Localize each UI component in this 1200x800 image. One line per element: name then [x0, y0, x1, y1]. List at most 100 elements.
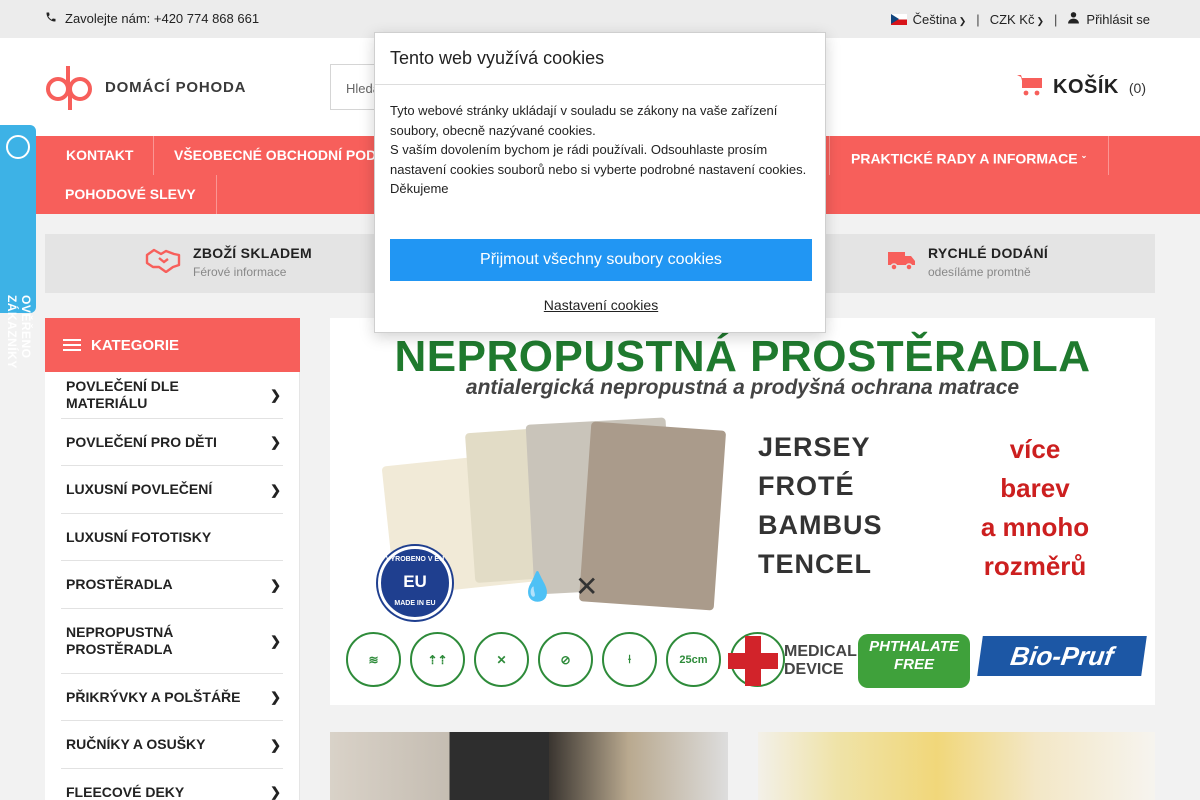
chevron-down-icon: ❯ — [1036, 15, 1045, 26]
logo[interactable]: DOMÁCÍ POHODA — [45, 64, 246, 110]
category-item[interactable]: PŘIKRÝVKY A POLŠTÁŘE ❯ — [61, 674, 283, 721]
benefit-item: RYCHLÉ DODÁNÍ odesíláme promtně — [888, 245, 1048, 279]
chevron-right-icon: ❯ — [270, 577, 281, 592]
currency-label: CZK Kč — [989, 11, 1035, 27]
category-item[interactable]: POVLEČENÍ DLE MATERIÁLU ❯ — [61, 372, 283, 419]
czech-flag-icon — [890, 13, 907, 25]
category-item[interactable]: POVLEČENÍ PRO DĚTI ❯ — [61, 419, 283, 466]
cart-label: KOŠÍK — [1053, 76, 1119, 98]
medical-line: DEVICE — [784, 661, 844, 678]
phone-text: Zavolejte nám: +420 774 868 661 — [65, 11, 260, 26]
promo-line: a mnoho — [980, 512, 1090, 542]
phone-contact[interactable]: Zavolejte nám: +420 774 868 661 — [45, 11, 259, 26]
verified-badge[interactable]: OVĚŘENO ZÁKAZNÍKY — [0, 125, 36, 369]
delivery-truck-icon — [888, 249, 916, 276]
category-label: POVLEČENÍ PRO DĚTI — [66, 433, 217, 450]
benefit-title: ZBOŽÍ SKLADEM — [193, 245, 313, 261]
fabric-sample-taupe — [578, 421, 727, 611]
login-link[interactable]: Přihlásit se — [1086, 12, 1150, 27]
language-label: Čeština — [912, 11, 957, 27]
currency-selector[interactable]: CZK Kč ❯ — [990, 12, 1044, 27]
waterproof-drop-icon: 💧 — [520, 571, 555, 602]
category-item[interactable]: PROSTĚRADLA ❯ — [61, 561, 283, 609]
cookie-dialog-text: Tyto webové stránky ukládají v souladu s… — [390, 103, 807, 196]
chevron-right-icon: ❯ — [270, 434, 281, 450]
chevron-right-icon: ❯ — [270, 737, 281, 752]
logo-text: DOMÁCÍ POHODA — [105, 78, 247, 96]
nav-item-kontakt[interactable]: KONTAKT — [46, 136, 153, 175]
handshake-icon — [145, 247, 181, 278]
product-thumbnail[interactable] — [330, 732, 728, 800]
logo-mark-icon — [46, 66, 92, 110]
category-label: PŘIKRÝVKY A POLŠTÁŘE — [66, 688, 241, 705]
category-label: RUČNÍKY A OSUŠKY — [66, 736, 206, 752]
medical-device-mark: MEDICAL DEVICE — [728, 636, 857, 686]
nav-divider — [1108, 136, 1109, 175]
chevron-down-icon: ❯ — [958, 15, 967, 26]
chevron-right-icon: ❯ — [270, 633, 281, 649]
phthalate-line: FREE — [893, 656, 934, 673]
phthalate-free-badge: PHTHALATE FREE — [858, 634, 970, 688]
categories-header[interactable]: KATEGORIE — [45, 318, 300, 372]
nav-item-label: PRAKTICKÉ RADY A INFORMACE — [851, 150, 1078, 167]
bio-pruf-logo: Bio-Pruf — [977, 636, 1147, 676]
fabric-type: JERSEY — [758, 432, 871, 462]
category-label: POVLEČENÍ DLE MATERIÁLU — [66, 378, 179, 411]
chevron-right-icon: ❯ — [270, 689, 281, 705]
category-label: PROSTĚRADLA — [66, 576, 173, 592]
feature-icons: ≋ ⇡⇡ ✕ ⊘ ⟊ 25cm 90° — [346, 632, 785, 687]
breathable-icon: ≋ — [346, 632, 401, 687]
anti-mite-icon: ✕ — [474, 632, 529, 687]
category-list: POVLEČENÍ DLE MATERIÁLU ❯ POVLEČENÍ PRO D… — [45, 372, 300, 800]
fabric-type: TENCEL — [758, 549, 872, 579]
benefit-title: RYCHLÉ DODÁNÍ — [928, 245, 1049, 261]
cookie-dialog: Tento web využívá cookies Tyto webové st… — [374, 32, 826, 333]
language-selector[interactable]: Čeština ❯ — [913, 12, 967, 27]
promo-line: rozměrů — [983, 551, 1087, 581]
mattress-depth-icon: 25cm — [666, 632, 721, 687]
cart-count: (0) — [1128, 79, 1146, 96]
cookie-settings-link[interactable]: Nastavení cookies — [375, 297, 827, 313]
category-item[interactable]: LUXUSNÍ POVLEČENÍ ❯ — [61, 466, 283, 514]
fabric-type: FROTÉ — [758, 471, 855, 501]
verified-badge-text: OVĚŘENO ZÁKAZNÍKY — [5, 295, 33, 369]
cart-button[interactable]: KOŠÍK (0) — [1017, 74, 1146, 101]
chevron-right-icon: ❯ — [270, 784, 281, 800]
phthalate-line: PHTHALATE — [869, 638, 959, 655]
category-label: FLEECOVÉ DEKY — [66, 783, 185, 800]
fabric-type: BAMBUS — [758, 510, 883, 540]
benefit-item: ZBOŽÍ SKLADEM Férové informace — [145, 245, 312, 279]
category-item[interactable]: NEPROPUSTNÁ PROSTĚRADLA ❯ — [61, 609, 283, 674]
medical-line: MEDICAL — [784, 643, 857, 660]
divider: | — [1054, 11, 1058, 27]
promo-line: více — [1009, 434, 1061, 464]
hero-subtitle: antialergická nepropustná a prodyšná och… — [465, 376, 1020, 399]
user-icon — [1067, 11, 1080, 27]
search-input[interactable]: Hleda — [330, 64, 375, 110]
category-label: NEPROPUSTNÁ PROSTĚRADLA — [66, 624, 174, 657]
divider: | — [976, 11, 980, 27]
benefit-subtitle: odesíláme promtně — [928, 265, 1031, 279]
cart-icon — [1017, 74, 1043, 101]
hero-banner[interactable]: NEPROPUSTNÁ PROSTĚRADLA antialergická ne… — [330, 318, 1155, 705]
nav-item-pohodove-slevy[interactable]: POHODOVÉ SLEVY — [45, 175, 216, 214]
hero-title: NEPROPUSTNÁ PROSTĚRADLA — [394, 332, 1091, 381]
category-item[interactable]: FLEECOVÉ DEKY ❯ — [61, 769, 283, 800]
cookie-dialog-title: Tento web využívá cookies — [375, 33, 825, 85]
category-item[interactable]: RUČNÍKY A OSUŠKY ❯ — [61, 721, 283, 769]
accept-all-cookies-button[interactable]: Přijmout všechny soubory cookies — [390, 239, 812, 281]
nav-item-prakticke-rady[interactable]: PRAKTICKÉ RADY A INFORMACE ⌄ — [831, 136, 1107, 175]
phone-icon — [45, 11, 57, 26]
benefit-subtitle: Férové informace — [193, 265, 287, 279]
seal-top-text: VYROBENO V EU — [385, 556, 445, 563]
category-item[interactable]: LUXUSNÍ FOTOTISKY — [61, 514, 283, 561]
product-thumbnail[interactable] — [758, 732, 1155, 800]
categories-title: KATEGORIE — [91, 336, 180, 354]
chevron-right-icon: ❯ — [270, 482, 281, 497]
no-mites-icon: ✕ — [575, 571, 599, 602]
nav-divider — [216, 175, 217, 214]
nav-item-obchodni-podminky[interactable]: VŠEOBECNÉ OBCHODNÍ POD — [154, 136, 396, 175]
made-in-eu-seal: VYROBENO V EU EU MADE IN EU — [378, 546, 452, 620]
seal-mid-text: EU — [403, 572, 427, 591]
verified-seal-icon — [6, 135, 30, 159]
